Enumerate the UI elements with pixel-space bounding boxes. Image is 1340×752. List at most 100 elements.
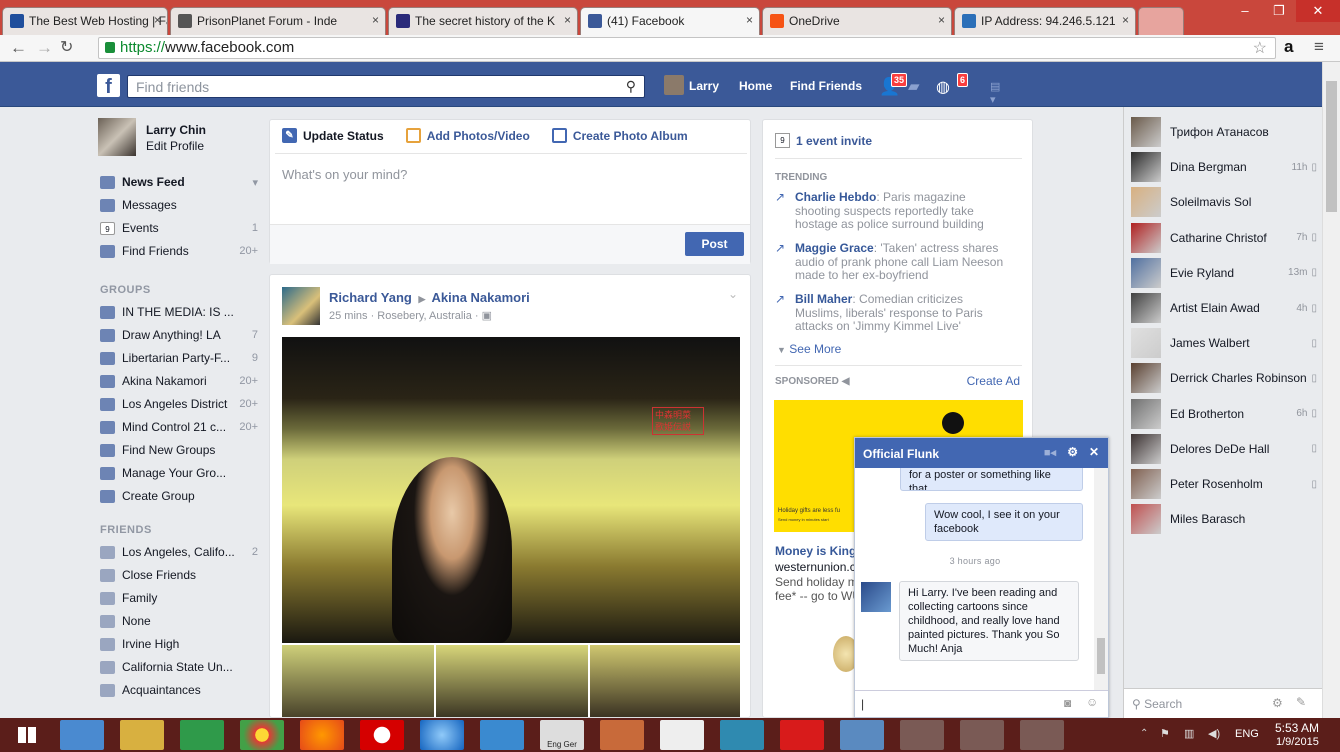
- ad-title-link[interactable]: Money is King: [775, 544, 856, 558]
- bookmark-star-icon[interactable]: ☆: [1253, 38, 1267, 58]
- group-item[interactable]: Find New Groups: [100, 441, 258, 459]
- profile-link[interactable]: Larry: [689, 79, 719, 93]
- tab-close-icon[interactable]: ×: [746, 13, 753, 27]
- user-avatar[interactable]: [664, 75, 684, 95]
- search-icon[interactable]: ⚲: [626, 78, 636, 95]
- forward-arrow-icon[interactable]: →: [36, 38, 53, 58]
- eng-ger-dictionary-icon[interactable]: Eng Ger: [540, 720, 584, 750]
- restore-button[interactable]: ❐: [1262, 0, 1296, 22]
- group-item[interactable]: Akina Nakamori 20+: [100, 372, 258, 390]
- friend-list-item[interactable]: Close Friends: [100, 566, 258, 584]
- chat-contact[interactable]: Delores DeDe Hall ▯: [1131, 432, 1321, 466]
- store-icon[interactable]: [180, 720, 224, 750]
- edit-profile-link[interactable]: Edit Profile: [146, 139, 204, 153]
- chat-scrollbar[interactable]: [1094, 468, 1108, 690]
- browser-tab[interactable]: The Best Web Hosting | Fa ×: [2, 7, 168, 35]
- profile-avatar[interactable]: [98, 118, 136, 156]
- new-message-icon[interactable]: ✎: [1296, 695, 1306, 709]
- privacy-shortcuts-icon[interactable]: ▤ ▾: [990, 80, 1008, 106]
- url-input[interactable]: https://www.facebook.com ☆: [98, 37, 1276, 59]
- friend-list-item[interactable]: California State Un...: [100, 658, 258, 676]
- browser-tab[interactable]: PrisonPlanet Forum - Inde ×: [170, 7, 386, 35]
- browser-tab[interactable]: The secret history of the K ×: [388, 7, 578, 35]
- notifications-globe-icon[interactable]: ◍: [936, 77, 954, 96]
- friend-list-item[interactable]: Los Angeles, Califo... 2: [100, 543, 258, 561]
- volume-icon[interactable]: ◀): [1208, 727, 1220, 740]
- new-tab-button[interactable]: [1138, 7, 1184, 35]
- chat-contact[interactable]: Peter Rosenholm ▯: [1131, 467, 1321, 501]
- chat-contact[interactable]: Derrick Charles Robinson ▯: [1131, 361, 1321, 395]
- browser-tab[interactable]: OneDrive ×: [762, 7, 952, 35]
- clock-time[interactable]: 5:53 AM: [1275, 721, 1319, 735]
- tab-close-icon[interactable]: ×: [564, 13, 571, 27]
- chat-contact[interactable]: Artist Elain Awad 4h ▯: [1131, 291, 1321, 325]
- chat-contact[interactable]: Ed Brotherton 6h ▯: [1131, 397, 1321, 431]
- chrome-icon[interactable]: [240, 720, 284, 750]
- network-icon[interactable]: ▥: [1184, 727, 1194, 740]
- friend-list-item[interactable]: None: [100, 612, 258, 630]
- app-icon[interactable]: [1020, 720, 1064, 750]
- friend-list-item[interactable]: Acquaintances: [100, 681, 258, 699]
- find-friends-link[interactable]: Find Friends: [790, 79, 862, 93]
- paint-icon[interactable]: [600, 720, 644, 750]
- post-options-chevron-icon[interactable]: ⌄: [728, 287, 738, 301]
- favorites-item[interactable]: News Feed ▾: [100, 173, 258, 191]
- favorites-item[interactable]: Messages: [100, 196, 258, 214]
- browser-tab[interactable]: (41) Facebook ×: [580, 7, 760, 35]
- chat-window-header[interactable]: Official Flunk ■◂ ⚙ ✕: [855, 438, 1108, 468]
- chat-contact[interactable]: Evie Ryland 13m ▯: [1131, 256, 1321, 290]
- find-friends-search-input[interactable]: Find friends ⚲: [127, 75, 645, 98]
- friend-list-item[interactable]: Irvine High: [100, 635, 258, 653]
- friend-list-item[interactable]: Family: [100, 589, 258, 607]
- trending-item[interactable]: ↗ Maggie Grace: 'Taken' actress shares au…: [775, 241, 1013, 283]
- chat-sender-avatar[interactable]: [861, 582, 891, 612]
- amazon-extension-icon[interactable]: a: [1284, 37, 1293, 57]
- close-window-button[interactable]: ✕: [1296, 0, 1340, 22]
- browser-tab[interactable]: IP Address: 94.246.5.121 ×: [954, 7, 1136, 35]
- app-icon[interactable]: [420, 720, 464, 750]
- tab-close-icon[interactable]: ×: [938, 13, 945, 27]
- home-link[interactable]: Home: [739, 79, 772, 93]
- post-author-avatar[interactable]: [282, 287, 320, 325]
- trending-title[interactable]: Bill Maher: [795, 292, 852, 306]
- group-item[interactable]: Los Angeles District 20+: [100, 395, 258, 413]
- chat-contact[interactable]: Catharine Christof 7h ▯: [1131, 221, 1321, 255]
- camera-icon[interactable]: ◙: [1064, 696, 1071, 710]
- profile-name[interactable]: Larry Chin: [146, 123, 206, 137]
- opera-icon[interactable]: [360, 720, 404, 750]
- menu-icon[interactable]: ≡: [1314, 37, 1324, 57]
- add-photos-tab[interactable]: Add Photos/Video: [427, 129, 530, 143]
- tab-close-icon[interactable]: ×: [1122, 13, 1129, 27]
- video-call-icon[interactable]: ■◂: [1044, 446, 1056, 459]
- emoji-icon[interactable]: ☺: [1086, 695, 1098, 709]
- post-target-link[interactable]: Akina Nakamori: [432, 290, 530, 305]
- app-icon[interactable]: [660, 720, 704, 750]
- post-photo[interactable]: 中森明菜 歌姫伝説: [282, 337, 740, 643]
- post-photo-thumb[interactable]: [436, 645, 588, 717]
- group-item[interactable]: Manage Your Gro...: [100, 464, 258, 482]
- chevron-down-icon[interactable]: ▾: [252, 176, 258, 189]
- tray-chevron-icon[interactable]: ⌃: [1140, 728, 1148, 739]
- chat-contact[interactable]: James Walbert ▯: [1131, 326, 1321, 360]
- chat-search-input[interactable]: ⚲ Search: [1132, 697, 1182, 711]
- event-invite-link[interactable]: 1 event invite: [796, 134, 872, 148]
- chat-contact[interactable]: Dina Bergman 11h ▯: [1131, 150, 1321, 184]
- trending-item[interactable]: ↗ Charlie Hebdo: Paris magazine shooting …: [775, 190, 1013, 232]
- group-item[interactable]: Draw Anything! LA 7: [100, 326, 258, 344]
- tab-close-icon[interactable]: ×: [154, 13, 161, 27]
- chat-input[interactable]: | ◙ ☺: [855, 690, 1108, 717]
- firefox-icon[interactable]: [300, 720, 344, 750]
- start-button[interactable]: [4, 720, 50, 750]
- language-indicator[interactable]: ENG: [1235, 728, 1259, 740]
- minimize-button[interactable]: –: [1228, 0, 1262, 22]
- trending-title[interactable]: Maggie Grace: [795, 241, 874, 255]
- chat-window-title[interactable]: Official Flunk: [863, 447, 939, 461]
- chat-close-icon[interactable]: ✕: [1089, 445, 1099, 459]
- update-status-tab[interactable]: Update Status: [303, 129, 384, 143]
- status-input[interactable]: What's on your mind?: [282, 167, 407, 182]
- group-item[interactable]: Libertarian Party-F... 9: [100, 349, 258, 367]
- acrobat-icon[interactable]: [780, 720, 824, 750]
- see-more-link[interactable]: ▼ See More: [777, 342, 841, 356]
- messages-icon[interactable]: ▰: [908, 77, 926, 95]
- favorites-item[interactable]: 9 Events 1: [100, 219, 258, 237]
